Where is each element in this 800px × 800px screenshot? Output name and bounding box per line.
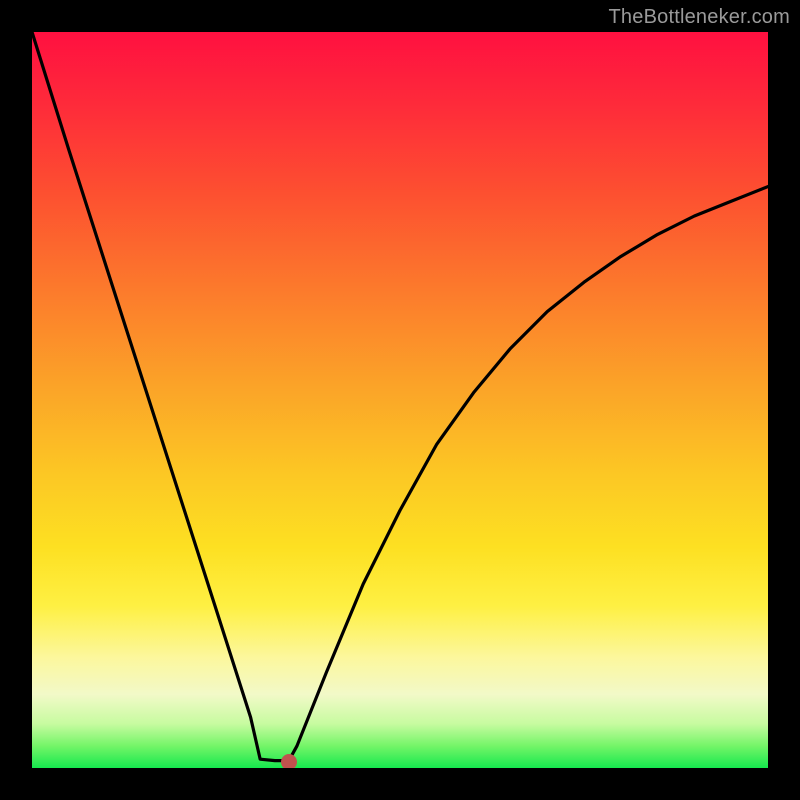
plot-area (32, 32, 768, 768)
bottleneck-curve (32, 32, 768, 761)
minimum-marker (281, 754, 297, 768)
curve-svg (32, 32, 768, 768)
watermark-text: TheBottleneker.com (609, 6, 790, 29)
chart-frame: TheBottleneker.com (0, 0, 800, 800)
